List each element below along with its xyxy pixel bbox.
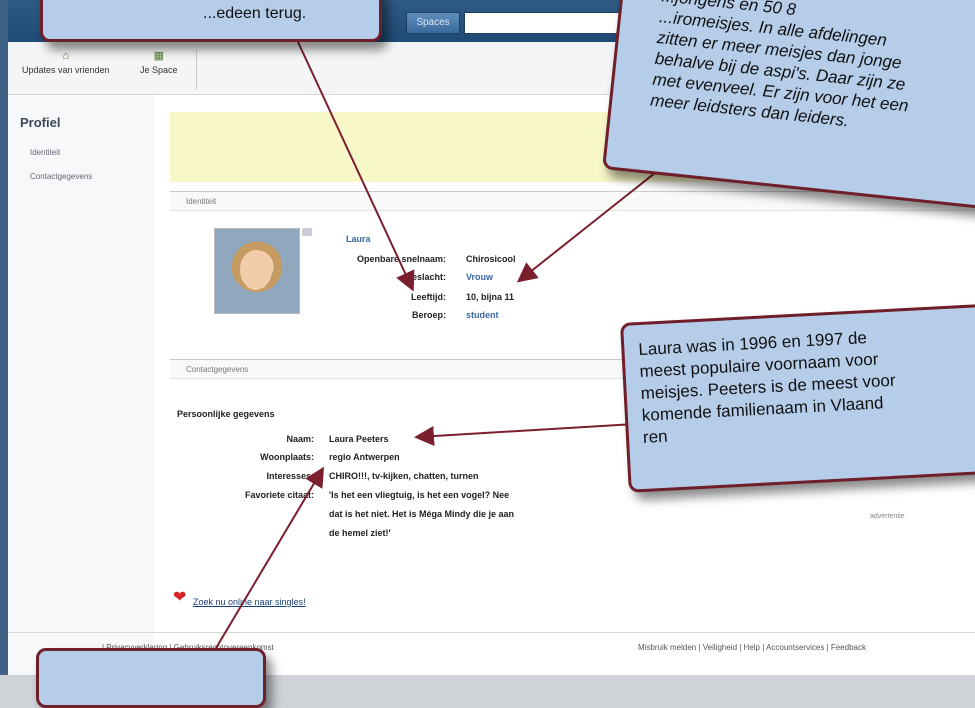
contact-label: Naam:: [286, 434, 314, 444]
contact-label: Favoriete citaat:: [244, 490, 314, 500]
identity-value[interactable]: Vrouw: [466, 272, 493, 282]
footer-links-right[interactable]: Misbruik melden | Veiligheid | Help | Ac…: [638, 643, 866, 652]
callout-mid-right: Laura was in 1996 en 1997 de meest popul…: [620, 302, 975, 493]
tab-label: Je Space: [140, 65, 178, 75]
callout-text: ...jongens en 50 8 ...iromeisjes. In all…: [649, 0, 910, 131]
sidebar: [8, 95, 154, 675]
profile-photo-face: [240, 250, 272, 290]
identity-label: Beroep:: [411, 310, 446, 320]
contact-value: dat is het niet. Het is Méga Mindy die j…: [329, 509, 515, 519]
contact-value: regio Antwerpen: [329, 452, 400, 462]
tab-updates-van-vrienden[interactable]: ⌂ Updates van vrienden: [22, 50, 110, 75]
tab-je-space[interactable]: ▦ Je Space: [140, 50, 178, 75]
heart-icon: ❤: [173, 589, 187, 606]
home-icon: ⌂: [62, 50, 70, 62]
contact-value: de hemel ziet!': [329, 528, 391, 538]
identity-label: Geslacht:: [404, 272, 446, 282]
callout-text: Laura was in 1996 en 1997 de meest popul…: [637, 328, 896, 447]
contact-subheading: Persoonlijke gegevens: [177, 409, 275, 419]
browser-frame: [0, 0, 8, 675]
sidebar-title: Profiel: [20, 115, 61, 130]
identity-label: Openbare snelnaam:: [356, 254, 446, 264]
callout-text: ...edeen terug.: [203, 5, 307, 22]
spaces-button[interactable]: Spaces: [406, 12, 460, 34]
contact-label: Interesses:: [266, 471, 314, 481]
edit-photo-icon[interactable]: [302, 228, 312, 236]
tab-label: Updates van vrienden: [22, 65, 110, 75]
identity-value: 10, bijna 11: [466, 292, 515, 302]
identity-value: Chirosicool: [466, 254, 516, 264]
identity-label: Leeftijd:: [411, 292, 446, 302]
footer-divider: [8, 632, 975, 633]
contact-label: Woonplaats:: [260, 452, 314, 462]
contact-value: 'Is het een vliegtuig, is het een vogel?…: [329, 490, 510, 500]
callout-bottom-left: [36, 648, 266, 708]
space-icon: ▦: [153, 50, 164, 62]
singles-link[interactable]: Zoek nu online naar singles!: [193, 597, 306, 607]
contact-value: CHIRO!!!, tv-kijken, chatten, turnen: [329, 471, 479, 481]
profile-name[interactable]: Laura: [346, 234, 371, 244]
ad-label: advertentie: [870, 513, 905, 520]
contact-value: Laura Peeters: [329, 434, 389, 444]
sidebar-item-contactgegevens[interactable]: Contactgegevens: [30, 172, 92, 181]
identity-value[interactable]: student: [466, 310, 499, 320]
callout-top-left: ...edeen terug.: [40, 0, 382, 42]
sidebar-item-identiteit[interactable]: Identiteit: [30, 148, 60, 157]
tab-divider: [196, 50, 197, 90]
